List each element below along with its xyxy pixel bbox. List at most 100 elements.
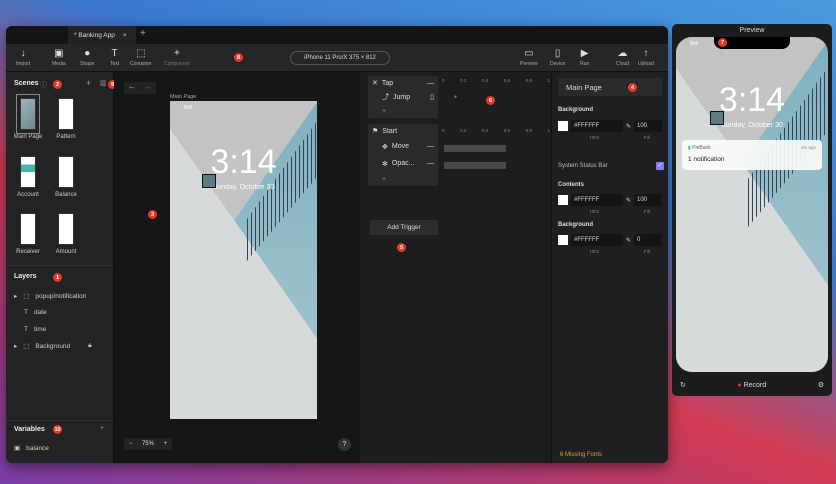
fill-caption: Fill bbox=[644, 135, 650, 140]
zoom-out-button[interactable]: − bbox=[129, 441, 133, 447]
missing-fonts-link[interactable]: 6 Missing Fonts bbox=[560, 452, 602, 458]
color-swatch[interactable] bbox=[558, 195, 568, 205]
back-icon[interactable]: ← bbox=[128, 82, 136, 94]
scene-name-field[interactable]: Main Page bbox=[558, 78, 662, 96]
container-icon: ⬚ bbox=[23, 293, 30, 300]
text-button[interactable]: T Text bbox=[110, 48, 119, 67]
close-tab-icon[interactable]: × bbox=[123, 32, 127, 39]
opacity-duration-bar[interactable] bbox=[444, 162, 506, 169]
scene-thumbnail bbox=[58, 156, 74, 188]
badge-3: 3 bbox=[148, 210, 157, 219]
preview-button[interactable]: ▭ Preview bbox=[520, 48, 538, 67]
device-selector[interactable]: iPhone 11 Pro/X 375 × 812 bbox=[290, 51, 390, 65]
response-jump[interactable]: ⤴ Jump ▯ bbox=[368, 90, 438, 104]
layer-background[interactable]: ▸ ⬚ Background 🔒︎ bbox=[14, 342, 92, 350]
date-text[interactable]: Sunday, October 30 bbox=[170, 184, 317, 191]
media-button[interactable]: ▣ Media bbox=[52, 48, 66, 67]
fill-input[interactable]: 0 bbox=[634, 234, 662, 246]
hex-input[interactable]: #FFFFFF bbox=[571, 120, 623, 132]
zoom-in-button[interactable]: + bbox=[164, 441, 168, 447]
add-scene-button[interactable]: + bbox=[86, 78, 91, 88]
reload-icon[interactable]: ↻ bbox=[680, 381, 686, 389]
cloud-button[interactable]: ☁ Cloud bbox=[616, 48, 629, 67]
color-swatch[interactable] bbox=[558, 121, 568, 131]
notification-card[interactable]: ▮ PieBank 4m ago 1 notification bbox=[682, 140, 822, 170]
badge-7: 7 bbox=[718, 38, 727, 47]
import-icon: ↓ bbox=[20, 48, 26, 59]
tap-icon: ✕ bbox=[372, 80, 378, 87]
scene-amount[interactable]: Amount bbox=[48, 213, 84, 255]
forward-icon[interactable]: → bbox=[144, 82, 152, 94]
contents-label: Contents bbox=[558, 182, 584, 188]
new-tab-button[interactable]: + bbox=[140, 28, 146, 39]
trigger-start[interactable]: ⚑ Start ✥ Move — ✻ Opac... — + bbox=[368, 124, 438, 186]
component-button[interactable]: ✦ Component bbox=[164, 48, 190, 67]
tab-banking-app[interactable]: * Banking App × bbox=[68, 26, 136, 44]
scenes-heading: Scenes bbox=[14, 80, 39, 87]
help-button[interactable]: ? bbox=[338, 438, 351, 451]
eyedropper-icon[interactable]: ✎ bbox=[626, 237, 631, 244]
layer-time[interactable]: Ttime bbox=[24, 326, 46, 333]
cloud-icon: ☁ bbox=[617, 48, 628, 59]
add-variable-button[interactable]: + bbox=[100, 425, 104, 432]
add-trigger-button[interactable]: Add Trigger bbox=[370, 220, 438, 235]
preview-element bbox=[710, 111, 724, 125]
zoom-level[interactable]: 75% bbox=[142, 441, 154, 447]
scene-balance[interactable]: Balance bbox=[48, 156, 84, 198]
badge-1: 1 bbox=[53, 273, 62, 282]
response-opacity[interactable]: ✻ Opac... — bbox=[368, 155, 438, 172]
canvas[interactable]: ← → Main Page 3 Bell 3:14 Sunday, October… bbox=[114, 72, 360, 463]
scene-account[interactable]: Account bbox=[10, 156, 46, 198]
fill-input[interactable]: 100 bbox=[634, 194, 662, 206]
contents-color-row: #FFFFFF ✎ 100 bbox=[558, 194, 662, 206]
upload-button[interactable]: ↑ Upload bbox=[638, 48, 654, 67]
expand-icon[interactable]: ▸ bbox=[14, 292, 17, 300]
status-bar-label: System Status Bar bbox=[558, 163, 608, 169]
badge-4: 4 bbox=[628, 83, 637, 92]
preview-icon: ▭ bbox=[524, 48, 534, 59]
scene-label: Main Page bbox=[170, 94, 197, 100]
badge-5: 5 bbox=[397, 243, 406, 252]
trigger-tap[interactable]: ✕ Tap — ⤴ Jump ▯ + bbox=[368, 76, 438, 118]
scene-main-page[interactable]: Main Page bbox=[10, 94, 46, 140]
opacity-icon: ✻ bbox=[382, 160, 388, 168]
import-button[interactable]: ↓ Import bbox=[16, 48, 30, 67]
status-bar-checkbox[interactable]: ✓ bbox=[656, 162, 664, 170]
time-text[interactable]: 3:14 bbox=[170, 143, 317, 182]
eyedropper-icon[interactable]: ✎ bbox=[626, 197, 631, 204]
fill-input[interactable]: 100 bbox=[634, 120, 662, 132]
preview-phone[interactable]: 7 Bell 3:14 Sunday, October 30 ▮ PieBank… bbox=[676, 37, 828, 372]
eyedropper-icon[interactable]: ✎ bbox=[626, 123, 631, 130]
record-button[interactable]: ● Record bbox=[737, 382, 766, 389]
add-response-button[interactable]: + bbox=[368, 104, 438, 118]
run-icon: ▶ bbox=[580, 48, 589, 59]
response-move[interactable]: ✥ Move — bbox=[368, 138, 438, 155]
shape-button[interactable]: ● Shape bbox=[80, 48, 94, 67]
variable-balance[interactable]: ▣ balance bbox=[14, 444, 49, 453]
scene-pattern[interactable]: Pattern bbox=[48, 98, 84, 140]
settings-icon[interactable]: ⚙ bbox=[818, 381, 824, 389]
expand-icon[interactable]: ▸ bbox=[14, 342, 17, 350]
scene-receiver[interactable]: Receiver bbox=[10, 213, 46, 255]
container-button[interactable]: ⬚ Container bbox=[130, 48, 152, 67]
help-icon[interactable]: ⓘ bbox=[40, 80, 47, 90]
add-response-button[interactable]: + bbox=[368, 172, 438, 186]
component-icon: ✦ bbox=[172, 48, 182, 59]
selected-element[interactable] bbox=[202, 174, 216, 188]
hex-input[interactable]: #FFFFFF bbox=[571, 194, 623, 206]
hex-input[interactable]: #FFFFFF bbox=[571, 234, 623, 246]
scene-view-icon[interactable]: ▥ bbox=[100, 79, 107, 87]
device-button[interactable]: ▯ Device bbox=[550, 48, 565, 67]
phone-artboard[interactable]: Bell 3:14 Sunday, October 30 bbox=[170, 101, 317, 419]
timeline-ruler: 0 0.2 0.4 0.6 0.8 1 bbox=[442, 78, 550, 83]
layer-popup-notification[interactable]: ▸ ⬚ popup/notification bbox=[14, 292, 86, 301]
properties-panel: Main Page 4 Background #FFFFFF ✎ 100 HEX Fi… bbox=[552, 72, 668, 463]
color-swatch[interactable] bbox=[558, 235, 568, 245]
collapse-icon[interactable]: — bbox=[427, 80, 434, 87]
layer-date[interactable]: Tdate bbox=[24, 309, 47, 316]
run-button[interactable]: ▶ Run bbox=[580, 48, 589, 67]
move-duration-bar[interactable] bbox=[444, 145, 506, 152]
notif-time: 4m ago bbox=[800, 145, 816, 150]
lock-icon[interactable]: 🔒︎ bbox=[88, 342, 91, 350]
jump-keyframe[interactable]: ● bbox=[454, 94, 457, 100]
